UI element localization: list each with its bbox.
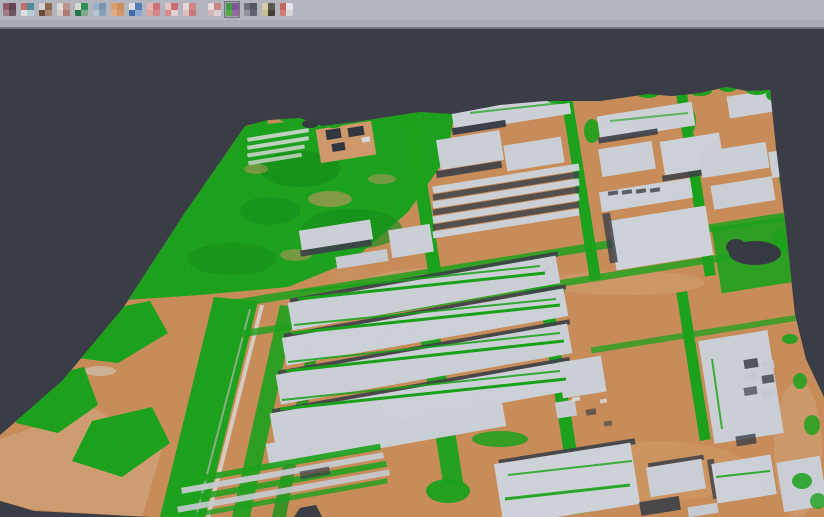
target-select-icon-glyph [165, 3, 178, 16]
zoom-extent-icon[interactable] [181, 1, 197, 18]
classification-display-icon-glyph [226, 3, 239, 16]
terrain-group [0, 29, 824, 517]
colorized-points-icon-glyph [21, 3, 34, 16]
classified-points-icon-glyph [3, 3, 16, 16]
layer-list-icon-glyph [147, 3, 160, 16]
classified-points-icon[interactable] [1, 1, 17, 18]
toolbar-group-separator [199, 1, 206, 18]
flag-tool-icon[interactable] [278, 1, 294, 18]
ground-points-icon[interactable] [55, 1, 71, 18]
vegetation-model-icon[interactable] [73, 1, 89, 18]
globe-view-icon-glyph [129, 3, 142, 16]
point-noise-overlay [0, 29, 824, 517]
toolbar-strip [0, 20, 824, 27]
profile-view-icon[interactable] [91, 1, 107, 18]
zoom-extent-icon-glyph [183, 3, 196, 16]
globe-view-icon[interactable] [127, 1, 143, 18]
profile-view-icon-glyph [93, 3, 106, 16]
measure-tool-icon[interactable] [260, 1, 276, 18]
measure-tool-icon-glyph [262, 3, 275, 16]
application-window [0, 0, 824, 517]
ground-points-icon-glyph [57, 3, 70, 16]
flag-tool-icon-glyph [280, 3, 293, 16]
3d-viewport[interactable] [0, 29, 824, 517]
grid-select-icon-glyph [208, 3, 221, 16]
ortho-view-icon[interactable] [109, 1, 125, 18]
main-toolbar [0, 0, 824, 20]
grid-select-icon[interactable] [206, 1, 222, 18]
layer-list-icon[interactable] [145, 1, 161, 18]
classification-display-icon[interactable] [224, 1, 240, 18]
terrain-model-icon[interactable] [37, 1, 53, 18]
colorized-points-icon[interactable] [19, 1, 35, 18]
camera-icon-glyph [244, 3, 257, 16]
target-select-icon[interactable] [163, 1, 179, 18]
camera-icon[interactable] [242, 1, 258, 18]
vegetation-model-icon-glyph [75, 3, 88, 16]
point-cloud-scene[interactable] [0, 29, 824, 517]
terrain-model-icon-glyph [39, 3, 52, 16]
ortho-view-icon-glyph [111, 3, 124, 16]
